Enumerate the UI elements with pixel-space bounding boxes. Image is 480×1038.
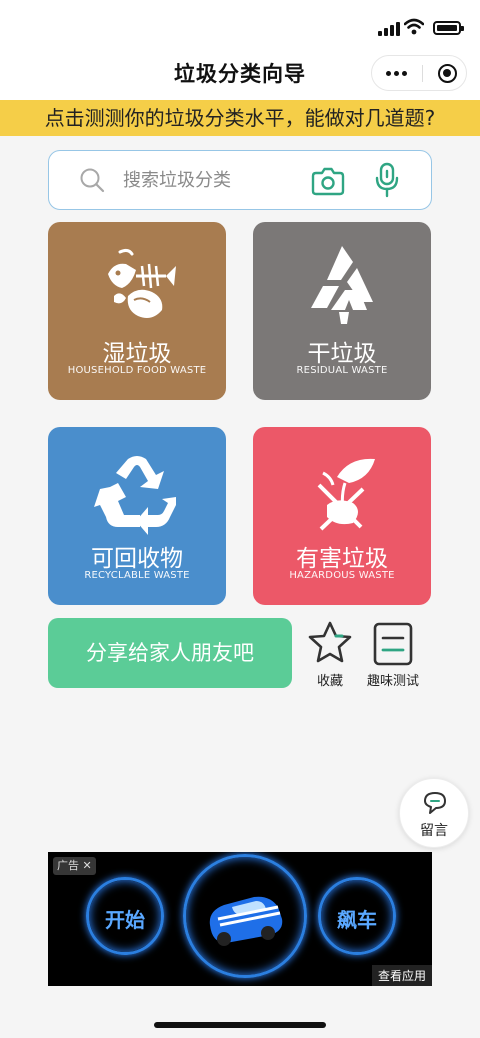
category-card-recyclable[interactable]: 可回收物 RECYCLABLE WASTE [48,427,226,605]
quiz-icon [373,622,413,666]
category-card-hazardous[interactable]: 有害垃圾 HAZARDOUS WASTE [253,427,431,605]
status-bar [0,0,480,50]
more-menu-button[interactable] [372,56,422,90]
chat-bubble-icon [424,792,446,814]
hazardous-icon [317,458,375,531]
ad-car-circle [183,854,307,978]
category-english-name: RESIDUAL WASTE [296,365,388,376]
signal-icon [378,22,402,36]
close-program-button[interactable] [438,64,457,83]
race-car-icon [209,896,283,946]
favorite-label: 收藏 [316,674,343,689]
category-english-name: HOUSEHOLD FOOD WASTE [67,365,207,376]
category-name: 干垃圾 [307,341,377,367]
quiz-banner[interactable]: 点击测测你的垃圾分类水平，能做对几道题? [0,100,480,136]
ad-label[interactable]: 广告 ✕ [53,857,96,875]
search-box[interactable] [48,150,432,210]
category-card-residual-waste[interactable]: 干垃圾 RESIDUAL WASTE [253,222,431,400]
quiz-button[interactable]: 趣味测试 [362,620,424,690]
favorite-button[interactable]: 收藏 [303,620,357,690]
comment-label: 留言 [420,823,448,839]
ad-race-circle: 飙车 [318,877,396,955]
residual-waste-icon [311,246,373,324]
category-name: 有害垃圾 [296,546,388,572]
category-english-name: RECYCLABLE WASTE [84,570,190,581]
search-icon [80,168,105,193]
view-app-button[interactable]: 查看应用 [371,965,432,986]
fish-bone-icon [108,248,176,318]
category-name: 可回收物 [91,546,183,572]
mini-program-capsule [371,55,467,91]
ad-close-icon[interactable]: ✕ [83,859,92,872]
wifi-icon [404,18,424,35]
ad-tag-text: 广告 [57,859,79,872]
category-card-wet-waste[interactable]: 湿垃圾 HOUSEHOLD FOOD WASTE [48,222,226,400]
category-name: 湿垃圾 [102,341,172,367]
camera-icon[interactable] [311,166,345,196]
ad-start-circle: 开始 [86,877,164,955]
recycle-icon [94,456,176,535]
navigation-bar: 垃圾分类向导 [0,50,480,100]
star-icon [308,621,352,663]
category-english-name: HAZARDOUS WASTE [289,570,395,581]
home-indicator [154,1022,326,1028]
ad-start-text: 开始 [105,908,145,932]
share-button[interactable]: 分享给家人朋友吧 [48,618,292,688]
battery-icon [433,21,464,35]
ad-banner[interactable]: 开始 飙车 广告 ✕ 查看应用 [48,852,432,986]
ad-race-text: 飙车 [337,908,377,932]
microphone-icon[interactable] [375,162,399,198]
comment-button[interactable]: 留言 [399,778,469,848]
capsule-divider [422,65,423,82]
quiz-label: 趣味测试 [366,674,419,689]
search-input[interactable] [123,166,303,194]
